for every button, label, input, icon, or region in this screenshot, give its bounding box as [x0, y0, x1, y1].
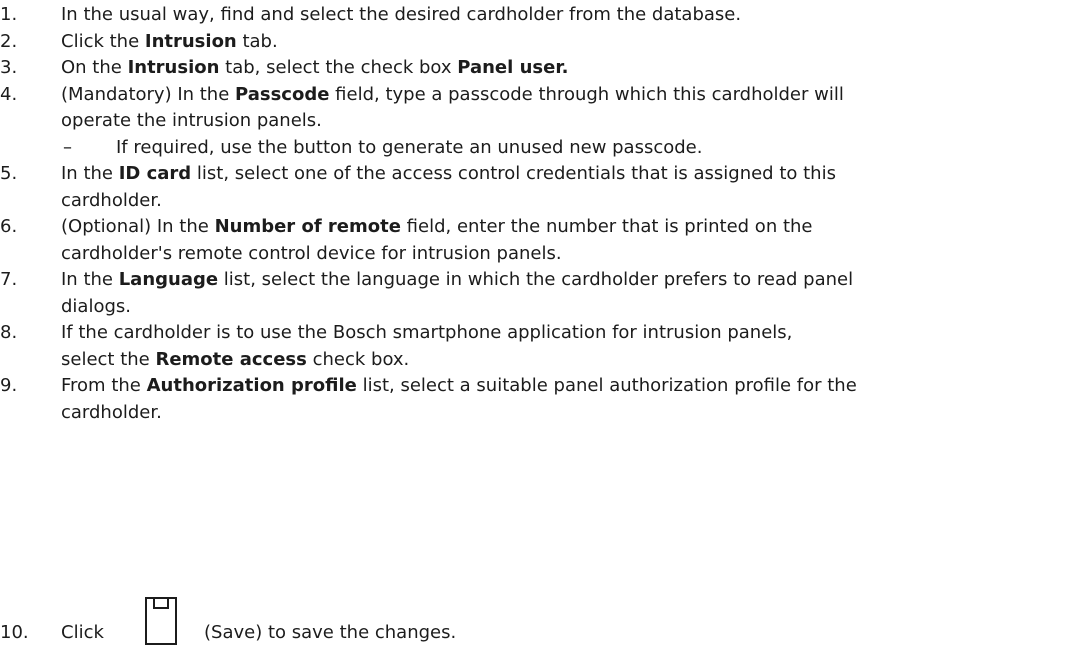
step-text: On the Intrusion tab, select the check b…	[61, 55, 568, 82]
step-text: In the ID card list, select one of the a…	[61, 161, 836, 188]
step-text: field, type a passcode through which thi…	[329, 83, 844, 105]
ui-term: Intrusion	[144, 30, 237, 52]
step-text: cardholder.	[61, 189, 162, 211]
step-number: 3.	[0, 57, 18, 78]
step-text: select the	[61, 348, 156, 370]
ui-term: Language	[118, 269, 219, 290]
step-text: Click the Intrusion tab.	[61, 29, 278, 56]
step-text: field, enter the number that is printed …	[400, 216, 813, 237]
step-text: dialogs.	[61, 295, 131, 317]
step-text: (Save) to save the changes.	[204, 622, 457, 643]
step-text: In the usual way, find and select the de…	[61, 4, 742, 25]
step-6-line: 6. (Optional) In the Number of remote fie…	[0, 214, 1090, 241]
step-9-line: cardholder.	[0, 400, 1090, 427]
step-10: 10. Click (Save) to save the changes.	[0, 596, 1090, 646]
step-text: (Optional) In the	[61, 216, 215, 237]
step-text: If the cardholder is to use the Bosch sm…	[61, 320, 792, 347]
step-3-line: 3. On the Intrusion tab, select the check…	[0, 55, 1090, 82]
step-8-line: 8. If the cardholder is to use the Bosch …	[0, 320, 1090, 347]
step-text: Click the	[61, 30, 145, 52]
step-text: list, select a suitable panel authorizat…	[356, 375, 857, 396]
step-number: 10.	[0, 622, 29, 643]
step-text: In the	[61, 163, 119, 184]
bullet-dash: –	[63, 136, 72, 158]
step-7-line: 7. In the Language list, select the langu…	[0, 267, 1090, 294]
procedure-steps: 1. In the usual way, find and select the …	[0, 2, 1090, 426]
step-text: tab, select the check box	[219, 57, 458, 78]
step-5-line: cardholder.	[0, 188, 1090, 215]
step-text: In the	[61, 269, 119, 290]
step-text: cardholder.	[61, 400, 162, 427]
step-number: 1.	[0, 4, 18, 25]
step-text: cardholder's remote control device for i…	[61, 242, 562, 264]
step-text: (Mandatory) In the	[61, 83, 236, 105]
step-6-line: cardholder's remote control device for i…	[0, 241, 1090, 268]
step-number: 6.	[0, 216, 18, 237]
step-text: cardholder.	[61, 401, 162, 423]
step-1-line: 1. In the usual way, find and select the …	[0, 2, 1090, 29]
step-number: 5.	[0, 163, 18, 184]
step-text: Click	[61, 622, 104, 643]
step-text: cardholder.	[61, 188, 162, 215]
step-text: On the	[61, 57, 128, 78]
sub-step-text: If required, use the button to generate …	[116, 136, 703, 158]
ui-term: ID card	[118, 163, 192, 184]
step-text: If the cardholder is to use the Bosch sm…	[61, 322, 793, 343]
step-text: cardholder's remote control device for i…	[61, 241, 562, 268]
step-4-line: 4. (Mandatory) In the Passcode field, typ…	[0, 82, 1090, 109]
step-text: select the Remote access check box.	[61, 347, 409, 374]
step-text: dialogs.	[61, 294, 131, 321]
step-text: list, select the language in which the c…	[218, 269, 854, 290]
step-5-line: 5. In the ID card list, select one of the…	[0, 161, 1090, 188]
ui-term: Intrusion	[127, 57, 220, 78]
step-number: 9.	[0, 375, 18, 396]
step-text: check box.	[306, 348, 410, 370]
step-text: operate the intrusion panels.	[61, 110, 322, 131]
step-text: In the usual way, find and select the de…	[61, 2, 741, 29]
step-number: 2.	[0, 30, 18, 52]
ui-term: Passcode	[235, 83, 330, 105]
step-4-line: operate the intrusion panels.	[0, 108, 1090, 135]
step-9-line: 9. From the Authorization profile list, s…	[0, 373, 1090, 400]
ui-term: Number of remote	[214, 216, 401, 237]
step-7-line: dialogs.	[0, 294, 1090, 321]
step-text: operate the intrusion panels.	[61, 108, 322, 135]
step-2-line: 2. Click the Intrusion tab.	[0, 29, 1090, 56]
step-text: list, select one of the access control c…	[191, 163, 836, 184]
step-text: tab.	[236, 30, 278, 52]
ui-term: Panel user.	[457, 57, 569, 78]
step-number: 8.	[0, 322, 18, 343]
step-text: From the Authorization profile list, sel…	[61, 373, 857, 400]
step-text: (Optional) In the Number of remote field…	[61, 214, 813, 241]
step-number: 4.	[0, 83, 18, 105]
ui-term: Remote access	[155, 348, 307, 370]
step-text: In the Language list, select the languag…	[61, 267, 853, 294]
ui-term: Authorization profile	[146, 375, 357, 396]
step-text: (Mandatory) In the Passcode field, type …	[61, 82, 844, 109]
save-icon	[132, 596, 190, 646]
step-text: From the	[61, 375, 147, 396]
sub-step: – If required, use the button to generate…	[0, 135, 1090, 162]
step-8-line: select the Remote access check box.	[0, 347, 1090, 374]
step-number: 7.	[0, 269, 18, 290]
